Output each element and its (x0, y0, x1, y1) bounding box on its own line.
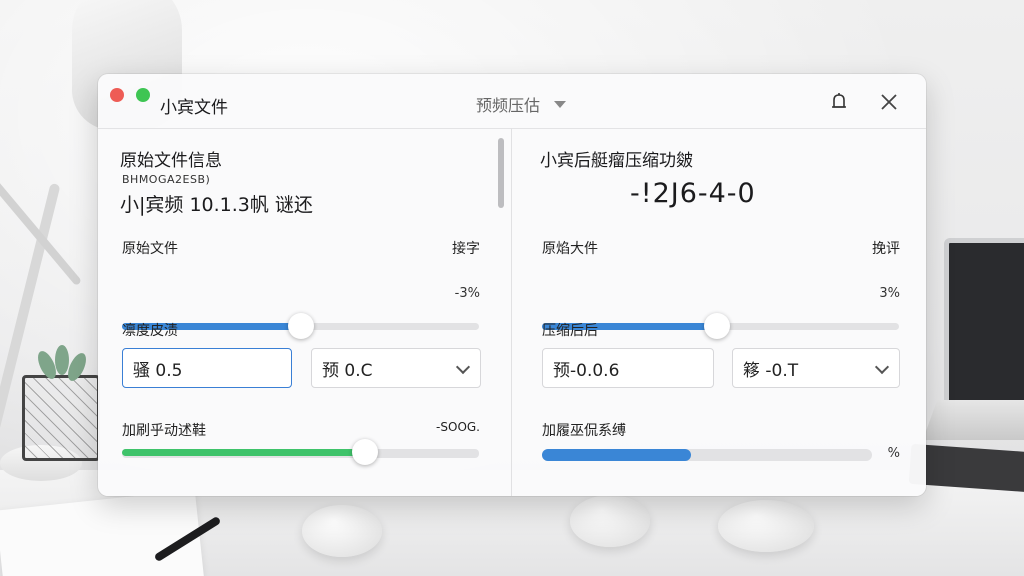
chevron-down-icon (455, 359, 471, 375)
compressed-size-percent: 3% (879, 286, 900, 301)
post-compress-select-value: 簃 -0.T (743, 360, 799, 381)
quality-input[interactable]: 骚 0.5 (122, 348, 292, 388)
caret-down-icon (554, 100, 567, 108)
file-info-line: 小|宾频 10.1.3帆 谜还 (120, 194, 313, 216)
compressed-heading: 小宾后艇瘤压缩功皴 (540, 151, 693, 171)
post-compress-input[interactable]: 预-0.0.6 (542, 348, 714, 388)
progress-percent: % (887, 446, 900, 461)
slider-thumb[interactable] (351, 439, 378, 465)
slider-thumb[interactable] (703, 313, 730, 339)
maximize-window-button[interactable] (136, 88, 150, 102)
original-size-percent: -3% (454, 286, 480, 301)
mouse (718, 500, 814, 552)
title-bar: 小宾文件 预频压估 (98, 74, 926, 129)
bell-icon[interactable] (829, 92, 849, 112)
quality-label: 凛度皮渍 (122, 323, 178, 339)
speed-slider[interactable] (122, 439, 479, 465)
quality-input-value: 骚 0.5 (133, 360, 183, 381)
original-size-right-label: 接字 (452, 241, 480, 257)
post-compress-input-value: 预-0.0.6 (553, 360, 620, 381)
original-size-label: 原始文件 (122, 241, 178, 257)
tablet (908, 443, 1024, 493)
scrollbar[interactable] (498, 138, 504, 208)
original-file-heading: 原始文件信息 (120, 151, 222, 171)
laptop-base (922, 400, 1024, 440)
quality-select[interactable]: 预 0.C (311, 348, 481, 388)
plant-leaf (55, 345, 69, 375)
mouse (302, 505, 382, 557)
window-title: 小宾文件 (160, 98, 228, 118)
laptop-screen (944, 238, 1024, 418)
slider-thumb[interactable] (287, 313, 314, 339)
compressed-size-label: 原焰大件 (542, 241, 598, 257)
mode-dropdown[interactable]: 预频压估 (476, 92, 567, 116)
slider-fill (122, 449, 365, 456)
post-compress-select[interactable]: 簃 -0.T (732, 348, 900, 388)
mode-dropdown-label: 预频压估 (476, 96, 541, 115)
progress-fill (542, 449, 691, 461)
close-icon[interactable] (880, 93, 898, 111)
speed-label: 加刷乎动述鞋 (122, 423, 206, 439)
app-window: 小宾文件 预频压估 原始文件信息 BHMOGA2ESB) 小|宾频 10.1.3… (98, 74, 926, 496)
original-file-panel: 原始文件信息 BHMOGA2ESB) 小|宾频 10.1.3帆 谜还 原始文件 … (98, 128, 498, 496)
mouse (570, 495, 650, 547)
quality-select-value: 预 0.C (322, 360, 373, 381)
compressed-file-panel: 小宾后艇瘤压缩功皴 -!2J6-4-0 原焰大件 挽评 3% 压缩后后 预-0.… (512, 128, 926, 496)
post-compress-label: 压缩后后 (542, 323, 598, 339)
progress-label: 加履巫侃系缚 (542, 423, 626, 439)
compression-progress-bar (542, 449, 872, 461)
compressed-value: -!2J6-4-0 (630, 178, 756, 209)
speed-value-label: -SOOG. (436, 420, 480, 434)
file-code: BHMOGA2ESB) (122, 173, 211, 186)
plant-pot (22, 375, 100, 461)
chevron-down-icon (874, 359, 890, 375)
close-window-button[interactable] (110, 88, 124, 102)
compressed-size-right-label: 挽评 (872, 241, 900, 257)
